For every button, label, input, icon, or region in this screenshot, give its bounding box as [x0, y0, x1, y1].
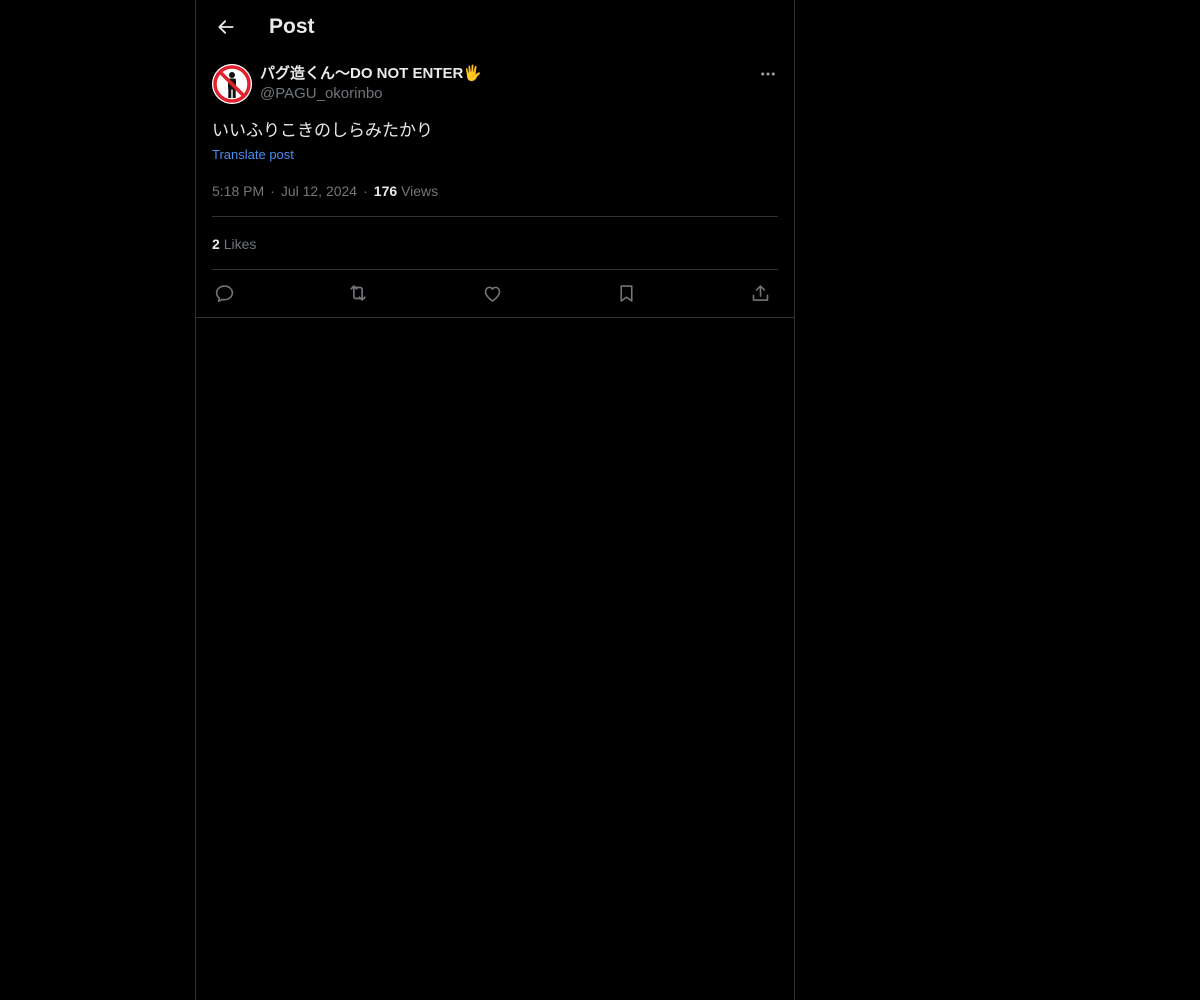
user-handle[interactable]: @PAGU_okorinbo [260, 84, 482, 104]
share-icon [752, 284, 768, 301]
divider [196, 317, 794, 318]
share-button[interactable] [748, 281, 772, 305]
separator-dot: · [270, 183, 275, 199]
more-horizontal-icon [761, 72, 775, 76]
page-title: Post [269, 15, 315, 38]
back-button[interactable] [212, 13, 240, 41]
bookmark-button[interactable] [614, 281, 638, 305]
translate-post-link[interactable]: Translate post [212, 146, 294, 164]
like-button[interactable] [480, 281, 504, 305]
repost-icon [350, 285, 366, 301]
likes-count: 2 [212, 236, 220, 252]
post-header: Post [196, 0, 794, 54]
separator-dot: · [363, 183, 368, 199]
likes-label: Likes [223, 236, 257, 252]
reply-button[interactable] [212, 281, 236, 305]
post-text: いいふりこきのしらみたかり [212, 121, 433, 141]
post-column: Post パグ造くん〜DO NOT ENTER🖐 @PAGU_okorinbo … [195, 0, 795, 1000]
avatar[interactable] [212, 64, 252, 104]
repost-button[interactable] [346, 281, 370, 305]
author-info[interactable]: パグ造くん〜DO NOT ENTER🖐 @PAGU_okorinbo [260, 64, 482, 104]
post-meta: 5:18 PM · Jul 12, 2024 · 176 Views [212, 181, 438, 201]
arrow-left-icon [218, 20, 234, 34]
views-label: Views [401, 183, 439, 199]
heart-icon [484, 286, 500, 302]
reply-icon [215, 284, 233, 302]
no-entry-avatar-icon [212, 64, 252, 104]
action-bar [212, 281, 778, 305]
views-count: 176 [373, 183, 398, 199]
display-name[interactable]: パグ造くん〜DO NOT ENTER🖐 [260, 64, 482, 84]
post-time[interactable]: 5:18 PM [212, 183, 264, 199]
post-date[interactable]: Jul 12, 2024 [281, 183, 357, 199]
divider [212, 269, 778, 270]
divider [212, 216, 778, 217]
bookmark-icon [619, 284, 633, 302]
likes-summary[interactable]: 2 Likes [212, 234, 256, 254]
more-options-button[interactable] [758, 64, 778, 84]
